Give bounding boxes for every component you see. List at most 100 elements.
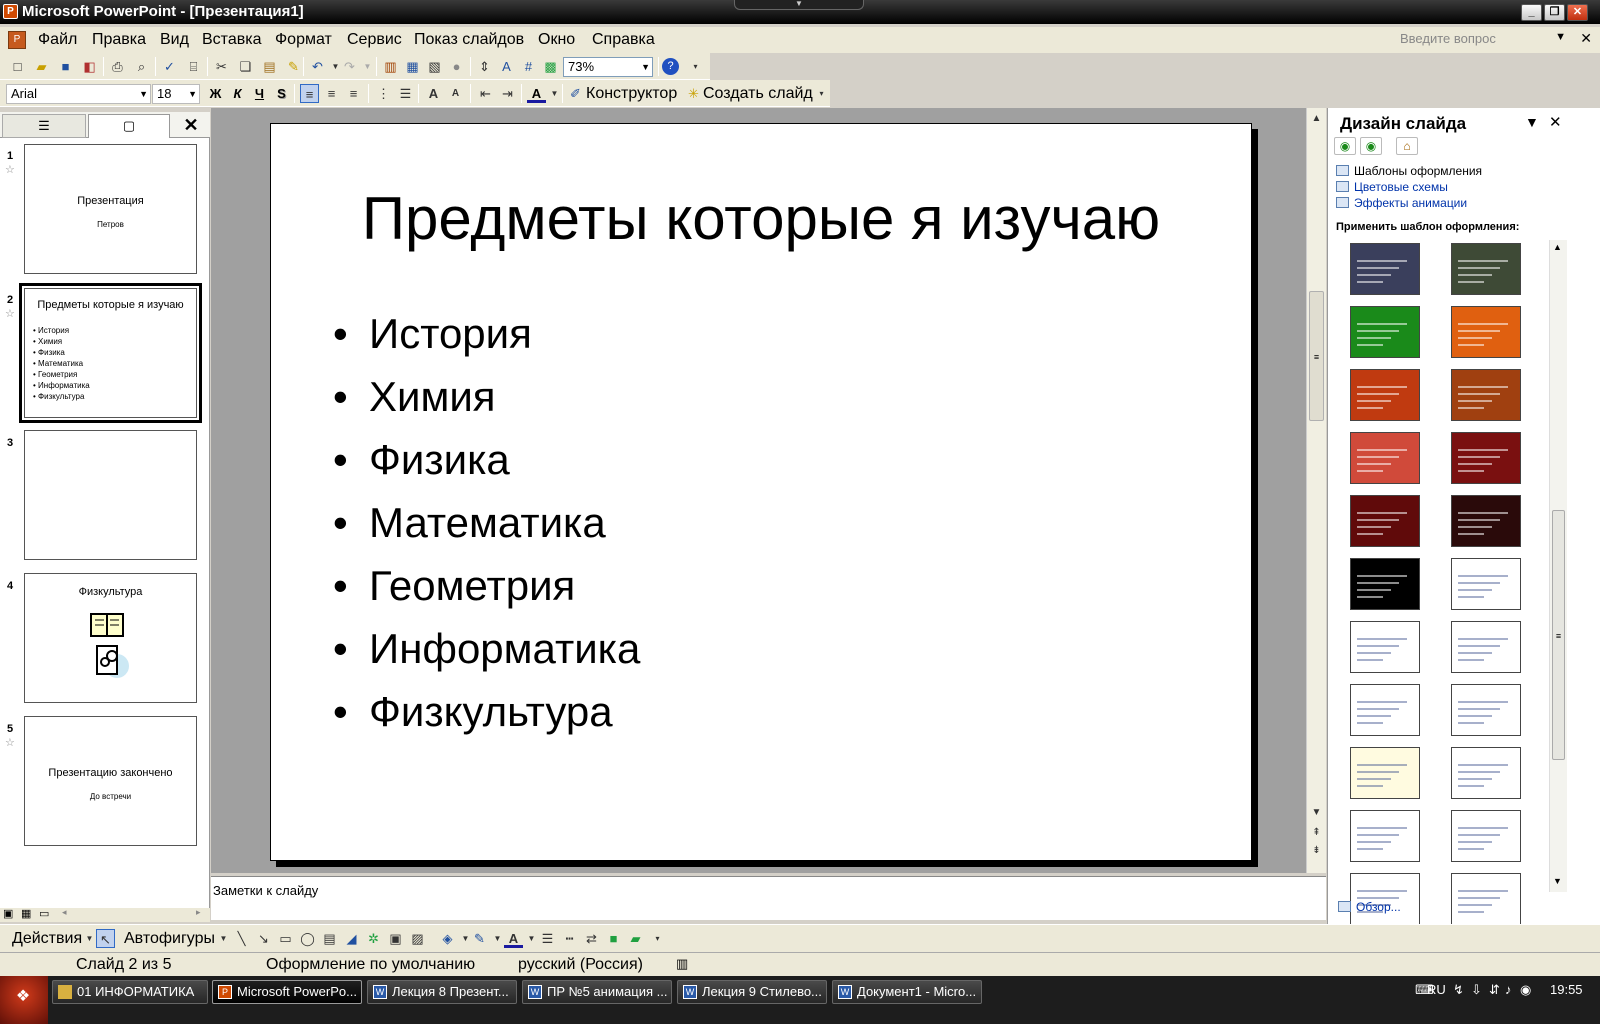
font-select[interactable]: Arial ▼ bbox=[6, 84, 151, 104]
menu-view[interactable]: Вид bbox=[160, 31, 189, 49]
bullet-item[interactable]: Физкультура bbox=[333, 680, 640, 743]
chevron-down-icon[interactable]: ▼ bbox=[641, 58, 650, 76]
task-powerpoint[interactable]: P Microsoft PowerPo... bbox=[212, 980, 362, 1004]
line-color-icon[interactable]: ✎ bbox=[470, 929, 489, 948]
help-icon[interactable]: ? bbox=[662, 58, 679, 75]
task-folder[interactable]: 01 ИНФОРМАТИКА bbox=[52, 980, 208, 1004]
chevron-down-icon[interactable]: ▼ bbox=[139, 85, 148, 103]
research-icon[interactable]: ⌸ bbox=[184, 57, 203, 76]
redo-dropdown-icon[interactable]: ▼ bbox=[358, 57, 377, 76]
slide-vertical-scrollbar[interactable]: ▲ ≡ ▼ ⇞ ⇟ bbox=[1306, 108, 1326, 873]
show-formatting-icon[interactable]: A bbox=[497, 57, 516, 76]
close-document-icon[interactable]: ✕ bbox=[1580, 30, 1592, 47]
design-template-thumbnail[interactable] bbox=[1451, 369, 1521, 421]
chevron-down-icon[interactable]: ▼ bbox=[188, 85, 197, 103]
color-grayscale-icon[interactable]: ▩ bbox=[541, 57, 560, 76]
task-word-3[interactable]: W Лекция 9 Стилево... bbox=[677, 980, 827, 1004]
arrow-style-icon[interactable]: ⇄ bbox=[582, 929, 601, 948]
increase-indent-icon[interactable]: ⇥ bbox=[498, 84, 517, 103]
arrow-icon[interactable]: ↘ bbox=[254, 929, 273, 948]
maximize-button[interactable]: ❐ bbox=[1544, 4, 1565, 21]
design-template-thumbnail[interactable] bbox=[1451, 306, 1521, 358]
gallery-scrollbar[interactable]: ▲ ≡ ▼ bbox=[1549, 240, 1567, 892]
line-icon[interactable]: ╲ bbox=[232, 929, 251, 948]
menu-help[interactable]: Справка bbox=[592, 31, 655, 49]
copy-icon[interactable]: ❏ bbox=[236, 57, 255, 76]
scroll-left-icon[interactable]: ◂ bbox=[62, 907, 67, 918]
next-slide-icon[interactable]: ⇟ bbox=[1308, 842, 1325, 859]
browse-link[interactable]: Обзор... bbox=[1338, 900, 1401, 914]
template-gallery[interactable] bbox=[1332, 237, 1558, 992]
scroll-thumb[interactable]: ≡ bbox=[1309, 291, 1324, 421]
save-icon[interactable]: ■ bbox=[56, 57, 75, 76]
document-icon[interactable]: P bbox=[8, 31, 26, 49]
link-animation-schemes[interactable]: Эффекты анимации bbox=[1336, 196, 1467, 210]
back-icon[interactable]: ◉ bbox=[1334, 137, 1356, 155]
align-center-icon[interactable]: ≡ bbox=[322, 84, 341, 103]
design-template-thumbnail[interactable] bbox=[1451, 558, 1521, 610]
design-template-thumbnail[interactable] bbox=[1350, 495, 1420, 547]
design-template-thumbnail[interactable] bbox=[1451, 432, 1521, 484]
chevron-down-icon[interactable]: ▼ bbox=[1555, 31, 1566, 43]
underline-button[interactable]: Ч bbox=[250, 84, 269, 103]
slide-sorter-icon[interactable]: ▦ bbox=[21, 907, 31, 920]
menu-file[interactable]: Файл bbox=[38, 31, 77, 49]
slide-editor[interactable]: Предметы которые я изучаю История Химия … bbox=[211, 108, 1306, 873]
wordart-icon[interactable]: ◢ bbox=[342, 929, 361, 948]
decrease-font-icon[interactable]: A bbox=[446, 84, 465, 103]
expand-icon[interactable]: ⇕ bbox=[475, 57, 494, 76]
design-button[interactable]: Конструктор bbox=[586, 84, 677, 104]
redo-icon[interactable]: ↷ bbox=[340, 57, 359, 76]
download-icon[interactable]: ⇩ bbox=[1471, 982, 1482, 998]
align-left-icon[interactable]: ≡ bbox=[300, 84, 319, 103]
slideshow-icon[interactable]: ▭ bbox=[39, 907, 49, 920]
actions-menu[interactable]: Действия bbox=[12, 929, 82, 949]
print-icon[interactable]: ⎙ bbox=[108, 57, 127, 76]
scroll-down-icon[interactable]: ▼ bbox=[1308, 804, 1325, 821]
scroll-thumb[interactable]: ≡ bbox=[1552, 510, 1565, 760]
bullet-item[interactable]: Химия bbox=[333, 365, 640, 428]
spelling-icon[interactable]: ✓ bbox=[160, 57, 179, 76]
minimize-button[interactable]: _ bbox=[1521, 4, 1542, 21]
format-painter-icon[interactable]: ✎ bbox=[284, 57, 303, 76]
design-template-thumbnail[interactable] bbox=[1350, 558, 1420, 610]
insert-table-icon[interactable]: ▦ bbox=[403, 57, 422, 76]
safely-remove-icon[interactable]: ↯ bbox=[1453, 982, 1464, 998]
design-template-thumbnail[interactable] bbox=[1350, 747, 1420, 799]
bullet-item[interactable]: Геометрия bbox=[333, 554, 640, 617]
design-template-thumbnail[interactable] bbox=[1451, 621, 1521, 673]
rectangle-icon[interactable]: ▭ bbox=[276, 929, 295, 948]
menu-edit[interactable]: Правка bbox=[92, 31, 146, 49]
tab-slides[interactable]: ▢ bbox=[88, 114, 170, 138]
bold-button[interactable]: Ж bbox=[206, 84, 225, 103]
close-icon[interactable]: ✕ bbox=[1549, 113, 1562, 131]
permission-icon[interactable]: ◧ bbox=[80, 57, 99, 76]
new-slide-icon[interactable]: ✳ bbox=[684, 84, 703, 103]
clipart-icon[interactable]: ▣ bbox=[386, 929, 405, 948]
help-search-input[interactable]: Введите вопрос ▼ bbox=[1400, 31, 1570, 49]
task-word-1[interactable]: W Лекция 8 Презент... bbox=[367, 980, 517, 1004]
decrease-indent-icon[interactable]: ⇤ bbox=[476, 84, 495, 103]
autoshapes-menu[interactable]: Автофигуры bbox=[124, 929, 215, 949]
current-slide[interactable]: Предметы которые я изучаю История Химия … bbox=[270, 123, 1252, 861]
bullet-item[interactable]: Математика bbox=[333, 491, 640, 554]
bullet-item[interactable]: Информатика bbox=[333, 617, 640, 680]
textbox-icon[interactable]: ▤ bbox=[320, 929, 339, 948]
design-template-thumbnail[interactable] bbox=[1451, 495, 1521, 547]
slide-thumbnail-4[interactable]: Физкультура bbox=[24, 573, 197, 703]
scroll-up-icon[interactable]: ▲ bbox=[1553, 242, 1562, 252]
title-grip-icon[interactable]: ▼ bbox=[734, 0, 864, 10]
toolbar-options-icon[interactable]: ▾ bbox=[812, 84, 831, 103]
toolbar-options-icon[interactable]: ▾ bbox=[686, 57, 705, 76]
slide-thumbnail-2[interactable]: Предметы которые я изучаю История Химия … bbox=[24, 288, 197, 418]
design-template-thumbnail[interactable] bbox=[1451, 810, 1521, 862]
menu-tools[interactable]: Сервис bbox=[347, 31, 402, 49]
design-icon[interactable]: ✐ bbox=[566, 84, 585, 103]
fill-color-icon[interactable]: ◈ bbox=[438, 929, 457, 948]
slide-thumbnail-5[interactable]: Презентацию закончено До встречи bbox=[24, 716, 197, 846]
hyperlink-icon[interactable]: ● bbox=[447, 57, 466, 76]
shadow-button[interactable]: S bbox=[272, 84, 291, 103]
select-pointer-icon[interactable]: ↖ bbox=[96, 929, 115, 948]
toolbar-options-icon[interactable]: ▾ bbox=[648, 929, 667, 948]
italic-button[interactable]: К bbox=[228, 84, 247, 103]
